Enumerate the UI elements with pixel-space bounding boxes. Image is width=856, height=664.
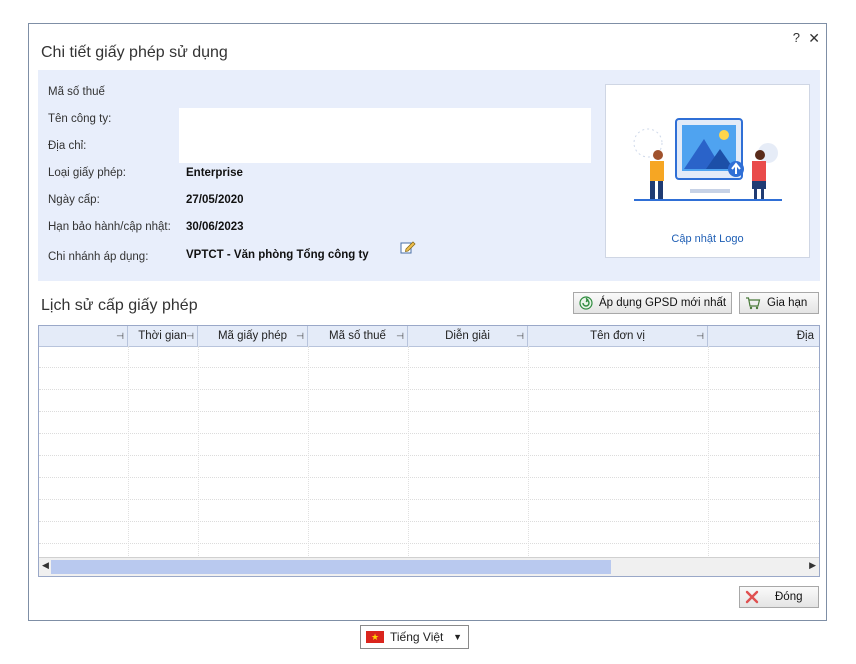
extend-label: Gia hạn	[767, 297, 808, 309]
table-row[interactable]	[39, 522, 819, 544]
language-select[interactable]: Tiếng Việt ▼	[360, 625, 469, 649]
logo-illustration	[633, 118, 782, 201]
table-row[interactable]	[39, 500, 819, 522]
column-header[interactable]: Mã số thuế ⊣	[308, 326, 408, 346]
apply-latest-license-button[interactable]: Áp dụng GPSD mới nhất	[573, 292, 732, 314]
grid-header: ⊣ Thời gian ⊣ Mã giấy phép ⊣ Mã số thuế ⊣ D…	[39, 326, 819, 347]
scrollbar-thumb[interactable]	[51, 560, 611, 574]
column-header[interactable]: Tên đơn vị ⊣	[528, 326, 708, 346]
chevron-down-icon: ▼	[453, 632, 462, 642]
language-label: Tiếng Việt	[390, 630, 444, 644]
tax-code-label: Mã số thuế	[48, 86, 105, 98]
update-logo-link[interactable]: Cập nhật Logo	[606, 233, 809, 245]
history-title: Lịch sử cấp giấy phép	[41, 297, 198, 314]
column-header[interactable]: Mã giấy phép ⊣	[198, 326, 308, 346]
issue-date-value: 27/05/2020	[186, 194, 244, 206]
close-icon[interactable]: ✕	[808, 30, 820, 47]
table-row[interactable]	[39, 346, 819, 368]
license-type-value: Enterprise	[186, 167, 243, 179]
scroll-left-icon[interactable]: ◀	[42, 560, 49, 571]
table-row[interactable]	[39, 390, 819, 412]
company-address-field	[179, 108, 591, 163]
company-label: Tên công ty:	[48, 113, 112, 125]
warranty-label: Hạn bảo hành/cập nhật:	[48, 221, 171, 233]
table-row[interactable]	[39, 368, 819, 390]
help-button[interactable]: ?	[793, 30, 800, 45]
license-history-grid[interactable]: ⊣ Thời gian ⊣ Mã giấy phép ⊣ Mã số thuế ⊣ D…	[38, 325, 820, 577]
horizontal-scrollbar[interactable]: ◀ ▶	[39, 557, 819, 576]
branch-value: VPTCT - Văn phòng Tổng công ty	[186, 249, 369, 261]
table-row[interactable]	[39, 412, 819, 434]
logo-panel: Cập nhật Logo	[605, 84, 810, 258]
column-header[interactable]: ⊣	[39, 326, 128, 346]
issue-date-label: Ngày cấp:	[48, 194, 100, 206]
close-label: Đóng	[775, 591, 803, 603]
column-header[interactable]: Diễn giải ⊣	[408, 326, 528, 346]
warranty-value: 30/06/2023	[186, 221, 244, 233]
license-info-panel: Mã số thuế Tên công ty: Địa chỉ: Loại gi…	[38, 70, 820, 281]
close-x-icon	[745, 590, 759, 604]
table-row[interactable]	[39, 434, 819, 456]
cart-icon	[745, 296, 761, 310]
branch-label: Chi nhánh áp dụng:	[48, 251, 149, 263]
close-button[interactable]: Đóng	[739, 586, 819, 608]
license-detail-dialog: Chi tiết giấy phép sử dụng ? ✕ Mã số thu…	[28, 23, 827, 621]
extend-button[interactable]: Gia hạn	[739, 292, 819, 314]
address-label: Địa chỉ:	[48, 140, 87, 152]
license-type-label: Loại giấy phép:	[48, 167, 127, 179]
column-header[interactable]: Thời gian ⊣	[128, 326, 198, 346]
column-header[interactable]: Địa	[708, 326, 819, 346]
apply-latest-label: Áp dụng GPSD mới nhất	[599, 297, 727, 309]
edit-branch-icon[interactable]	[400, 239, 416, 255]
vietnam-flag-icon	[366, 631, 384, 643]
table-row[interactable]	[39, 456, 819, 478]
scroll-right-icon[interactable]: ▶	[809, 560, 816, 571]
refresh-icon	[579, 296, 593, 310]
dialog-title: Chi tiết giấy phép sử dụng	[41, 44, 228, 61]
table-row[interactable]	[39, 478, 819, 500]
